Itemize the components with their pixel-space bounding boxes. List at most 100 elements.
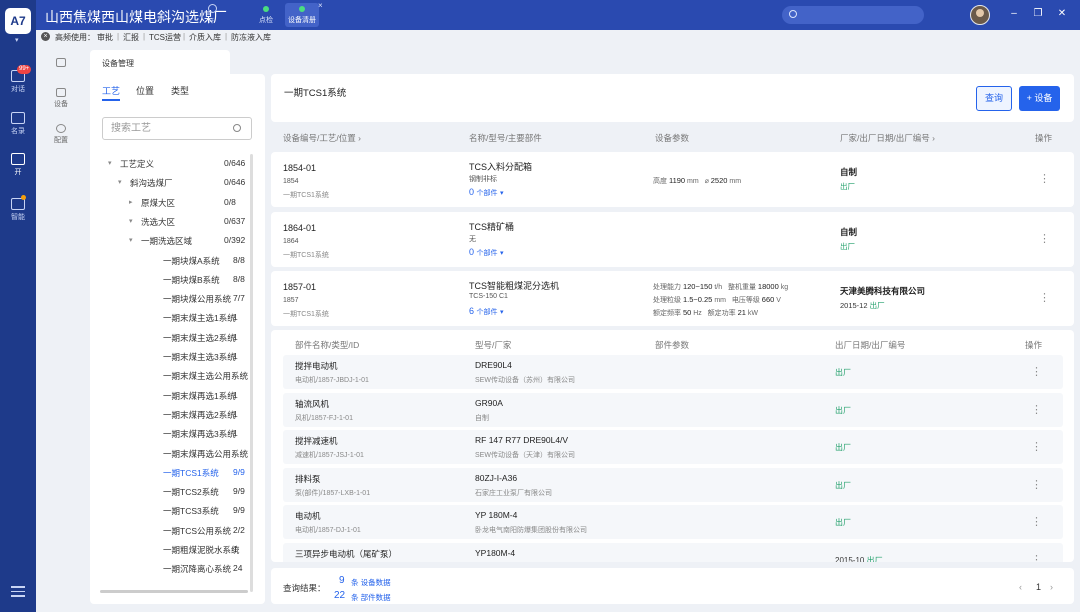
tree-node[interactable]: 一期末煤主选1系统 — [163, 312, 236, 326]
tree-toggle-icon[interactable]: ▾ — [118, 178, 122, 186]
equipment-subcode: 1857 — [283, 297, 299, 304]
tree-node[interactable]: 一期压滤系统 — [163, 583, 214, 585]
equipment-row[interactable]: 1854-01 1854 一期TCS1系统 TCS入料分配箱 钢制非标 0 个部件 ▾ 自制… — [271, 152, 1074, 207]
more-icon[interactable]: ⋮ — [1031, 365, 1042, 378]
equipment-name: TCS精矿桶 — [469, 222, 515, 232]
add-equipment-button[interactable]: + 设备 — [1019, 86, 1060, 111]
sun-icon[interactable] — [208, 4, 217, 13]
tree-node[interactable]: 一期洗选区域 — [141, 235, 192, 249]
tree-node[interactable]: 一期末煤再选1系统 — [163, 390, 236, 404]
menu-icon[interactable] — [11, 586, 25, 600]
equipment-row[interactable]: 1864-01 1864 一期TCS1系统 TCS精矿桶无 0 个部件 ▾ 自制 出厂 ⋮ — [271, 212, 1074, 267]
chevron-down-icon[interactable]: ▾ — [15, 36, 19, 44]
rail-item-chat[interactable]: 99+ 对话 — [0, 65, 36, 94]
equipment-date: 2015-12 出厂 — [840, 301, 885, 310]
collapse-icon[interactable] — [36, 58, 86, 69]
tree-node-count: 0/646 — [224, 177, 246, 188]
tree-node[interactable]: 一期末煤主选2系统 — [163, 332, 236, 346]
freq-item-antifreeze[interactable]: 防冻液入库 — [231, 32, 271, 43]
part-row[interactable]: 三项异步电动机（尾矿泵） YP180M-4 2015-10 出厂 ⋮ — [283, 542, 1063, 563]
close-icon[interactable]: × — [41, 32, 50, 41]
col-maker[interactable]: 厂家/出厂日期/出厂编号 › — [840, 132, 935, 144]
sub-nav-equipment[interactable]: 设备 — [36, 88, 86, 109]
parts-toggle[interactable]: 6 个部件 ▾ — [469, 306, 504, 317]
restore-icon[interactable]: ❐ — [1032, 8, 1044, 19]
equipment-row[interactable]: 1857-01 1857 一期TCS1系统 TCS智能粗煤泥分选机 TCS-150 C1… — [271, 271, 1074, 326]
tree-node[interactable]: 一期末煤主选公用系统 — [163, 370, 248, 384]
tree-node[interactable]: 一期沉降离心系统 — [163, 563, 231, 577]
part-row[interactable]: 排料泵 泵(部件)/1857-LXB-1-01 80ZJ-I-A36 石家庄工业泵厂有… — [283, 467, 1063, 502]
more-icon[interactable]: ⋮ — [1039, 291, 1050, 304]
more-icon[interactable]: ⋮ — [1039, 232, 1050, 245]
tab-type[interactable]: 类型 — [171, 84, 189, 97]
app-logo[interactable]: A7 — [5, 8, 31, 34]
more-icon[interactable]: ⋮ — [1031, 515, 1042, 528]
more-icon[interactable]: ⋮ — [1039, 172, 1050, 185]
tree-node[interactable]: 一期末煤再选公用系统 — [163, 448, 248, 462]
rail-item-app[interactable]: 开 — [0, 153, 36, 177]
freq-item-medium[interactable]: 介质入库 — [189, 32, 221, 43]
tab-location[interactable]: 位置 — [136, 84, 154, 97]
freq-item-tcs[interactable]: TCS运营 — [149, 32, 181, 43]
more-icon[interactable]: ⋮ — [1031, 440, 1042, 453]
part-type: 泵(部件)/1857-LXB-1-01 — [295, 489, 371, 497]
parts-toggle[interactable]: 0 个部件 ▾ — [469, 187, 504, 198]
more-icon[interactable]: ⋮ — [1031, 403, 1042, 416]
close-tab-icon[interactable]: × — [318, 1, 323, 10]
tree-node[interactable]: 一期末煤再选2系统 — [163, 409, 236, 423]
tree-toggle-icon[interactable]: ▾ — [108, 159, 112, 167]
tree-toggle-icon[interactable]: ▾ — [129, 236, 133, 244]
part-row[interactable]: 搅拌减速机 减速机/1857-JSJ-1-01 RF 147 R77 DRE90L4… — [283, 430, 1063, 464]
freq-item-approval[interactable]: 审批 — [97, 32, 113, 43]
sub-nav-config[interactable]: 配置 — [36, 124, 86, 145]
col-code[interactable]: 设备编号/工艺/位置 › — [283, 132, 361, 144]
freq-item-report[interactable]: 汇报 — [123, 32, 139, 43]
global-search[interactable] — [782, 6, 924, 24]
tree-node[interactable]: 一期块煤B系统 — [163, 274, 220, 288]
tree-node[interactable]: 洗选大区 — [141, 216, 175, 230]
close-icon[interactable]: ✕ — [1056, 8, 1068, 19]
avatar[interactable] — [970, 5, 990, 25]
part-row[interactable]: 电动机 电动机/1857-DJ-1-01 YP 180M-4 卧龙电气南阳防爆集团股份… — [283, 505, 1063, 539]
tree-node[interactable]: 工艺定义 — [120, 158, 154, 172]
tab-equipment-list[interactable]: 设备清册 — [285, 3, 319, 27]
tree-scrollbar[interactable] — [250, 154, 253, 592]
tree-node[interactable]: 一期块煤A系统 — [163, 255, 220, 269]
tree-node[interactable]: 一期TCS3系统 — [163, 505, 219, 519]
tree-node[interactable]: 一期TCS公用系统 — [163, 525, 231, 539]
more-icon[interactable]: ⋮ — [1031, 478, 1042, 491]
query-button[interactable]: 查询 — [976, 86, 1012, 111]
prev-page-button[interactable]: ‹ — [1019, 582, 1022, 592]
tree-search[interactable] — [102, 117, 252, 140]
more-icon[interactable]: ⋮ — [1031, 553, 1042, 563]
tab-process[interactable]: 工艺 — [102, 84, 120, 97]
page-number[interactable]: 1 — [1036, 582, 1041, 592]
part-row[interactable]: 轴流风机 风机/1857-FJ-1-01 GR90A 自制 出厂 ⋮ — [283, 392, 1063, 427]
tree-node[interactable]: 一期粗煤泥脱水系统 — [163, 544, 240, 558]
page-tab[interactable]: 设备管理 — [90, 50, 230, 74]
equipment-code: 1864-01 — [283, 223, 317, 233]
tree-node[interactable]: 一期末煤再选3系统 — [163, 428, 236, 442]
parts-toggle[interactable]: 0 个部件 ▾ — [469, 247, 504, 258]
tree-node[interactable]: 一期TCS2系统 — [163, 486, 219, 500]
part-row[interactable]: 搅拌电动机 电动机/1857-JBDJ-1-01 DRE90L4 SEW传动设备（苏州… — [283, 355, 1063, 389]
tree-node[interactable]: 一期块煤公用系统 — [163, 293, 231, 307]
tree-node[interactable]: 一期末煤主选3系统 — [163, 351, 236, 365]
tree-node[interactable]: 一期TCS1系统 — [163, 467, 219, 481]
minimize-icon[interactable]: – — [1008, 8, 1020, 19]
tree-node-count: 1 — [233, 428, 238, 439]
tree-search-input[interactable] — [103, 118, 223, 139]
tree-toggle-icon[interactable]: ▸ — [129, 198, 133, 206]
status-dot-icon — [263, 6, 269, 12]
tree-node[interactable]: 原煤大区 — [141, 197, 175, 211]
rail-item-smart[interactable]: 智能 — [0, 195, 36, 222]
tree-toggle-icon[interactable]: ▾ — [129, 217, 133, 225]
rail-item-contacts[interactable]: 名录 — [0, 112, 36, 136]
tree-hscrollbar[interactable] — [100, 590, 248, 593]
tree-node[interactable]: 斜沟选煤厂 — [130, 177, 173, 191]
next-page-button[interactable]: › — [1050, 582, 1053, 592]
part-date: 2015-10 出厂 — [835, 555, 883, 563]
part-maker: SEW传动设备（天津）有限公司 — [475, 452, 575, 459]
part-type: 减速机/1857-JSJ-1-01 — [295, 452, 364, 459]
tab-inspection[interactable]: 点检 — [249, 3, 283, 27]
